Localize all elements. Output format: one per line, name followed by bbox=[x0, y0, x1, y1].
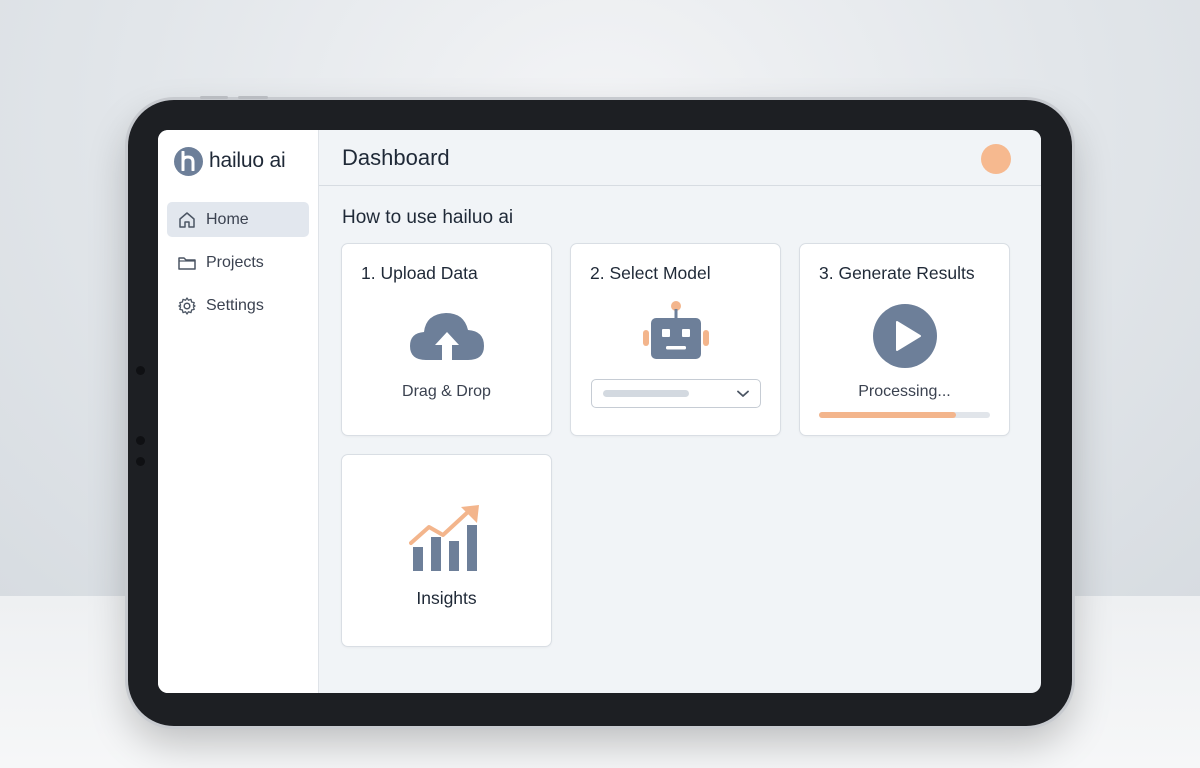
brand-name: hailuo ai bbox=[209, 149, 286, 172]
volume-button bbox=[200, 96, 228, 99]
tablet-device: hailuo ai Home Projects Settings Dashboa… bbox=[128, 96, 1072, 726]
cloud-upload-icon bbox=[408, 308, 486, 369]
insights-card[interactable]: Insights bbox=[341, 454, 552, 647]
robot-icon bbox=[641, 300, 711, 369]
h-logo-icon bbox=[174, 146, 203, 176]
insights-label: Insights bbox=[416, 588, 477, 608]
play-icon[interactable] bbox=[873, 304, 937, 373]
model-select-value bbox=[603, 390, 689, 397]
card-title: 1. Upload Data bbox=[361, 263, 478, 283]
model-select[interactable] bbox=[591, 379, 761, 408]
camera-dot bbox=[136, 366, 145, 375]
card-title: 2. Select Model bbox=[590, 263, 711, 283]
top-bar: Dashboard bbox=[319, 130, 1041, 186]
progress-bar bbox=[819, 412, 990, 418]
tablet-screen: hailuo ai Home Projects Settings Dashboa… bbox=[158, 130, 1041, 693]
sidebar-nav: Home Projects Settings bbox=[167, 202, 309, 331]
page-title: Dashboard bbox=[342, 145, 450, 170]
chevron-down-icon bbox=[737, 385, 749, 403]
sensor-dot bbox=[136, 436, 145, 445]
growth-chart-icon bbox=[409, 503, 485, 578]
gear-icon bbox=[177, 296, 197, 316]
sidebar-item-label: Projects bbox=[206, 253, 264, 271]
progress-fill bbox=[819, 412, 956, 418]
home-icon bbox=[177, 210, 197, 230]
sidebar-item-label: Home bbox=[206, 210, 249, 228]
card-title: 3. Generate Results bbox=[819, 263, 975, 283]
sensor-dot bbox=[136, 457, 145, 466]
main-content: How to use hailuo ai 1. Upload Data Drag… bbox=[319, 186, 1041, 693]
sidebar-item-projects[interactable]: Projects bbox=[167, 245, 309, 280]
sidebar: hailuo ai Home Projects Settings bbox=[158, 130, 319, 693]
brand[interactable]: hailuo ai bbox=[174, 146, 286, 176]
select-model-card[interactable]: 2. Select Model bbox=[570, 243, 781, 436]
sidebar-item-home[interactable]: Home bbox=[167, 202, 309, 237]
generate-results-card[interactable]: 3. Generate Results Processing... bbox=[799, 243, 1010, 436]
processing-status: Processing... bbox=[858, 383, 951, 400]
upload-hint: Drag & Drop bbox=[402, 383, 491, 400]
sidebar-item-settings[interactable]: Settings bbox=[167, 288, 309, 323]
sidebar-item-label: Settings bbox=[206, 296, 264, 314]
folder-icon bbox=[177, 253, 197, 273]
upload-data-card[interactable]: 1. Upload Data Drag & Drop bbox=[341, 243, 552, 436]
power-button bbox=[238, 96, 268, 99]
section-title: How to use hailuo ai bbox=[342, 207, 514, 228]
avatar[interactable] bbox=[981, 144, 1011, 174]
